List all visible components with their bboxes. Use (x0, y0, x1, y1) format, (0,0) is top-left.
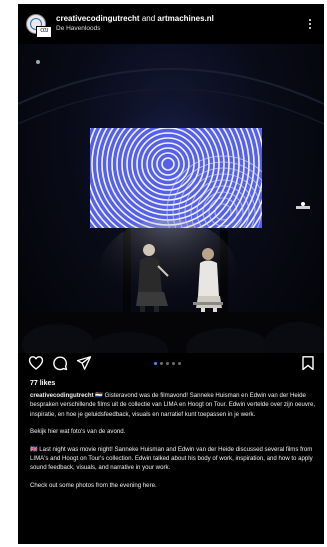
coauthor-name[interactable]: artmachines.nl (157, 14, 213, 23)
carousel-indicator (154, 362, 188, 366)
share-icon[interactable] (76, 355, 92, 371)
likes-count[interactable]: 77 likes (30, 380, 55, 387)
caption-nl-photos: Bekijk hier wat foto's van de avond. (30, 428, 126, 436)
instagram-post: CCU creativecodingutrecht and artmachine… (18, 4, 324, 544)
carousel-dot-5[interactable] (178, 362, 181, 365)
post-location[interactable]: De Havenloods (56, 24, 214, 34)
coauthor-avatar[interactable]: CCU (36, 26, 52, 38)
more-vertical-icon[interactable] (308, 18, 312, 32)
carousel-dot-4[interactable] (172, 362, 175, 365)
caption-en-photos: Check out some photos from the evening h… (30, 481, 157, 489)
author-conjunction: and (141, 14, 156, 23)
caption-author[interactable]: creativecodingutrecht (30, 392, 94, 399)
carousel-dot-1[interactable] (154, 362, 157, 365)
caption-english: 🇬🇧 Last night was movie night! Sanneke H… (30, 445, 318, 473)
heart-icon[interactable] (28, 355, 44, 371)
post-header: CCU creativecodingutrecht and artmachine… (18, 4, 324, 44)
bookmark-icon[interactable] (300, 355, 316, 371)
post-caption: creativecodingutrecht 🇳🇱 Gisteravond was… (30, 391, 318, 498)
carousel-dot-3[interactable] (166, 362, 169, 365)
caption-dutch: creativecodingutrecht 🇳🇱 Gisteravond was… (30, 391, 318, 419)
post-actions (18, 353, 324, 377)
carousel-dot-2[interactable] (160, 362, 163, 365)
post-photo[interactable] (18, 44, 324, 353)
flag-nl-icon: 🇳🇱 (95, 392, 103, 399)
post-authors: creativecodingutrecht and artmachines.nl… (56, 14, 214, 34)
flag-uk-icon: 🇬🇧 (30, 445, 38, 453)
comment-icon[interactable] (52, 355, 68, 371)
caption-en-text: Last night was movie night! Sanneke Huis… (30, 445, 313, 472)
author-name[interactable]: creativecodingutrecht (56, 14, 140, 23)
